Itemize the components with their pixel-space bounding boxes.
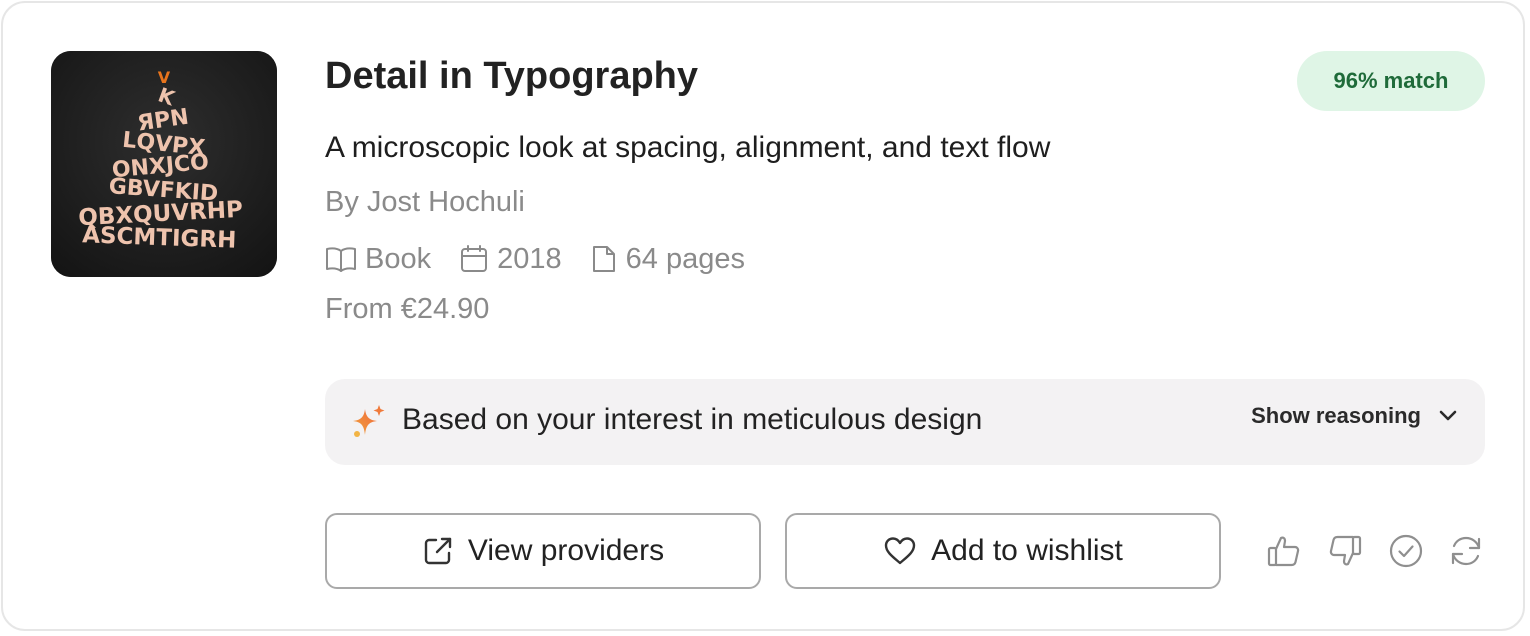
- recommendation-reason-panel: Based on your interest in meticulous des…: [325, 379, 1485, 465]
- chevron-down-icon: [1439, 410, 1457, 421]
- book-author: By Jost Hochuli: [325, 186, 525, 218]
- add-to-wishlist-button[interactable]: Add to wishlist: [785, 513, 1221, 589]
- recommendation-reason: Based on your interest in meticulous des…: [402, 403, 983, 436]
- thumbs-down-icon: [1329, 535, 1362, 566]
- check-circle-icon: [1389, 534, 1423, 568]
- view-providers-label: View providers: [467, 534, 665, 567]
- heart-icon: [884, 537, 916, 565]
- format-label: Book: [365, 242, 432, 275]
- book-cover-image: V K ЯPN LQVPX ONXJCO GBVFKID QBXQUVRHP A…: [51, 51, 277, 277]
- match-badge: 96% match: [1297, 51, 1485, 111]
- file-icon: [592, 246, 615, 272]
- book-title: Detail in Typography: [325, 55, 699, 97]
- sparkle-icon: [353, 405, 385, 437]
- thumbs-up-button[interactable]: [1265, 532, 1303, 570]
- refresh-button[interactable]: [1447, 532, 1485, 570]
- thumbs-up-icon: [1267, 536, 1300, 567]
- wishlist-label: Add to wishlist: [931, 534, 1123, 567]
- thumbs-down-button[interactable]: [1326, 532, 1364, 570]
- pages-label: 64 pages: [625, 242, 745, 275]
- calendar-icon: [461, 245, 488, 272]
- show-reasoning-label: Show reasoning: [1251, 403, 1421, 428]
- pages-meta: 64 pages: [590, 243, 745, 276]
- book-open-icon: [326, 247, 356, 272]
- svg-text:ASCMTIGRH: ASCMTIGRH: [82, 222, 237, 253]
- refresh-icon: [1451, 536, 1481, 566]
- book-recommendation-card: V K ЯPN LQVPX ONXJCO GBVFKID QBXQUVRHP A…: [1, 1, 1525, 631]
- book-price: From €24.90: [325, 293, 490, 325]
- book-subtitle: A microscopic look at spacing, alignment…: [325, 131, 1051, 164]
- year-meta: 2018: [459, 243, 562, 276]
- mark-read-button[interactable]: [1387, 532, 1425, 570]
- show-reasoning-toggle[interactable]: Show reasoning: [1251, 403, 1459, 429]
- format-meta: Book: [325, 243, 431, 276]
- external-link-icon: [424, 537, 452, 565]
- view-providers-button[interactable]: View providers: [325, 513, 761, 589]
- year-label: 2018: [497, 242, 562, 275]
- book-metadata: Book 2018 64 pages: [325, 239, 773, 279]
